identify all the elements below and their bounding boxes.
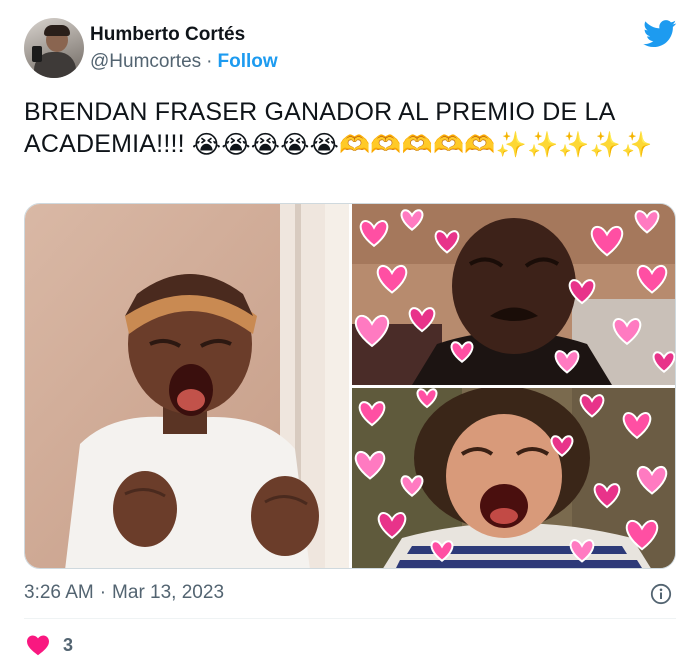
tweet-time[interactable]: 3:26 AM <box>24 582 94 603</box>
crying-girl-screaming-image[interactable] <box>25 204 349 569</box>
tweet-emojis: 😭😭😭😭😭🫶🫶🫶🫶🫶✨✨✨✨✨ <box>192 128 652 161</box>
divider <box>24 618 676 619</box>
avatar[interactable] <box>24 18 84 78</box>
like-count[interactable]: 3 <box>63 635 73 656</box>
author-handle-line: @Humcortes · Follow <box>90 51 278 73</box>
heart-icon[interactable] <box>26 634 50 656</box>
loudly-crying-emoji: 😭 <box>280 131 310 160</box>
follow-button[interactable]: Follow <box>217 51 277 72</box>
sparkles-emoji: ✨ <box>620 131 653 160</box>
timestamp-separator: · <box>99 582 107 603</box>
tweet-date[interactable]: Mar 13, 2023 <box>112 582 224 603</box>
heart-hands-emoji: 🫶 <box>464 131 496 160</box>
info-icon[interactable] <box>650 583 672 605</box>
loudly-crying-emoji: 😭 <box>250 131 281 160</box>
loudly-crying-emoji: 😭 <box>191 131 222 160</box>
sparkles-emoji: ✨ <box>589 131 621 160</box>
tweet-timestamp[interactable]: 3:26 AM · Mar 13, 2023 <box>24 582 224 604</box>
loudly-crying-emoji: 😭 <box>309 131 340 160</box>
crying-child-hearts-image[interactable] <box>352 388 676 569</box>
sparkles-emoji: ✨ <box>558 131 590 160</box>
heart-hands-emoji: 🫶 <box>401 131 434 160</box>
author-name[interactable]: Humberto Cortés <box>90 24 245 46</box>
heart-hands-emoji: 🫶 <box>433 131 465 160</box>
sparkles-emoji: ✨ <box>527 131 559 160</box>
heart-hands-emoji: 🫶 <box>339 131 371 160</box>
crying-man-hearts-image[interactable] <box>352 204 676 385</box>
tweet-media-grid[interactable] <box>24 203 676 569</box>
heart-hands-emoji: 🫶 <box>370 131 402 160</box>
loudly-crying-emoji: 😭 <box>221 131 251 160</box>
sparkles-emoji: ✨ <box>495 131 527 160</box>
handle-separator: · <box>206 51 213 72</box>
tweet-text-block: BRENDAN FRASER GANADOR AL PREMIO DE LA A… <box>24 96 674 161</box>
twitter-logo-icon[interactable] <box>643 20 677 48</box>
author-handle[interactable]: @Humcortes <box>90 51 201 72</box>
tweet-card: Humberto Cortés @Humcortes · Follow BRENDA… <box>0 0 700 672</box>
